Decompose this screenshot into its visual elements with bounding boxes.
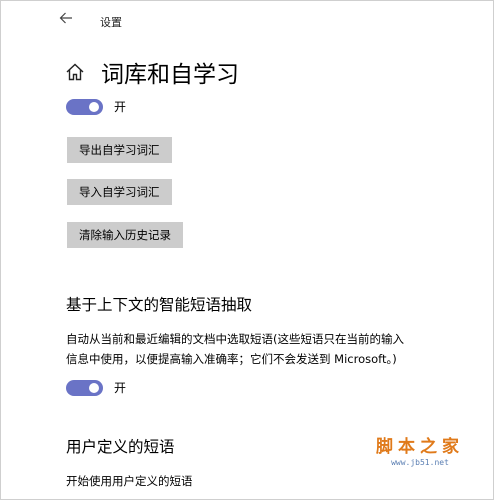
phrase-extraction-description: 自动从当前和最近编辑的文档中选取短语(这些短语只在当前的输入 信息中使用，以便提…: [66, 329, 466, 369]
page-title: 词库和自学习: [101, 62, 239, 88]
title-bar: 设置: [1, 1, 493, 37]
window-title: 设置: [100, 16, 122, 29]
toggle-knob: [89, 382, 99, 393]
phrase-extraction-title: 基于上下文的智能短语抽取: [66, 296, 253, 314]
toggle-knob: [89, 101, 99, 112]
clear-input-history-button[interactable]: 清除输入历史记录: [67, 222, 183, 248]
user-phrases-title: 用户定义的短语: [66, 438, 175, 456]
page-header: 词库和自学习: [65, 56, 239, 88]
export-self-learning-button[interactable]: 导出自学习词汇: [67, 137, 172, 163]
back-button[interactable]: [59, 11, 77, 29]
self-learning-toggle-label: 开: [114, 100, 127, 114]
watermark-brand: 脚本之家: [376, 437, 464, 457]
self-learning-toggle-row: 开: [66, 98, 126, 115]
home-icon: [66, 63, 84, 81]
import-self-learning-button[interactable]: 导入自学习词汇: [67, 179, 172, 205]
settings-window: 设置 词库和自学习 开 导出自学习词汇 导入自学习词汇 清除输入历史记录 基于上…: [0, 0, 494, 500]
description-line-2: 信息中使用，以便提高输入准确率；它们不会发送到 Microsoft。): [66, 352, 397, 366]
description-line-1: 自动从当前和最近编辑的文档中选取短语(这些短语只在当前的输入: [66, 332, 404, 346]
arrow-left-icon: [59, 12, 72, 24]
phrase-extraction-toggle[interactable]: [66, 379, 103, 396]
phrase-extraction-toggle-label: 开: [114, 381, 127, 395]
watermark-url: www.jb51.net: [391, 458, 449, 467]
watermark: 脚本之家 www.jb51.net: [370, 437, 470, 469]
phrase-extraction-toggle-row: 开: [66, 379, 126, 396]
user-phrases-start-label: 开始使用用户定义的短语: [66, 474, 193, 488]
self-learning-toggle[interactable]: [66, 98, 103, 115]
